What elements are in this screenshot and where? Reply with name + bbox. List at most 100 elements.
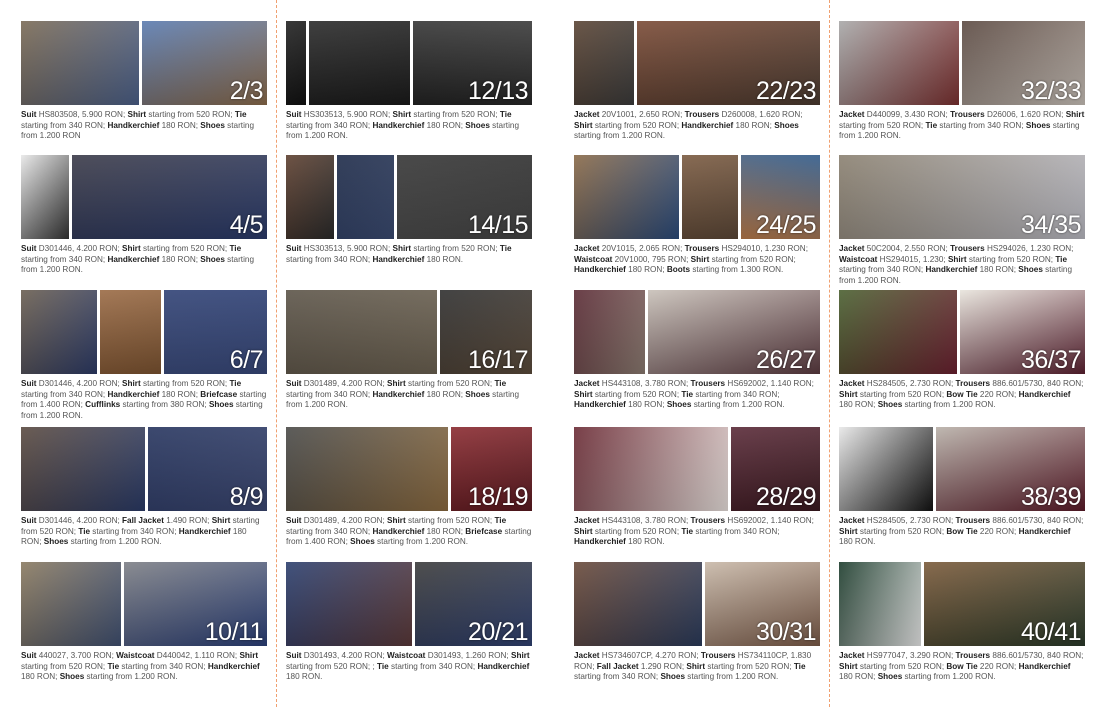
product-caption: Suit D301446, 4.200 RON; Shirt starting … [21, 379, 267, 421]
item-label: Shirt [574, 120, 593, 130]
suit-photo [21, 21, 139, 105]
product-caption: Suit D301446, 4.200 RON; Fall Jacket 1.4… [21, 516, 267, 548]
item-label: Waistcoat [387, 651, 426, 660]
item-label: Tie [494, 379, 507, 388]
suit-photo [574, 290, 645, 374]
item-label: Jacket [574, 110, 600, 119]
catalog-item: 8/9 Suit D301446, 4.200 RON; Fall Jacket … [21, 427, 267, 548]
item-detail: starting from 520 RON; [592, 526, 682, 536]
item-detail: starting from 380 RON; [120, 400, 209, 410]
item-detail: starting from 340 RON; [90, 526, 179, 536]
suit-photo [839, 290, 957, 374]
item-detail: 220 RON; [977, 661, 1019, 671]
item-detail: starting from 340 RON; [388, 661, 478, 671]
photo-strip: 30/31 [574, 562, 820, 646]
item-label: Shirt [127, 110, 147, 119]
photo-strip: 6/7 [21, 290, 267, 374]
item-label: Shirt [387, 379, 406, 388]
item-label: Trousers [690, 516, 726, 525]
page-number: 40/41 [1020, 618, 1082, 646]
item-detail: starting from 520 RON; [839, 120, 926, 130]
item-detail: starting from 520 RON; [592, 389, 682, 399]
item-detail: starting from 1.200 RON. [374, 537, 469, 547]
product-caption: Jacket 20V1001, 2.650 RON; Trousers D260… [574, 110, 820, 142]
photo-strip: 14/15 [286, 155, 532, 239]
item-label: Waistcoat [574, 254, 613, 264]
photo-strip: 38/39 [839, 427, 1085, 511]
item-label: Shoes [1025, 120, 1051, 130]
item-label: Handkerchief [1018, 661, 1071, 671]
item-detail: starting from 340 RON; [937, 120, 1026, 130]
column-divider-right [829, 0, 830, 707]
item-detail: starting from 520 RON; [405, 379, 495, 388]
item-detail: 50C2004, 2.550 RON; [864, 244, 951, 253]
item-label: Jacket [839, 110, 865, 119]
page-number: 20/21 [467, 618, 529, 646]
item-label: Waistcoat [839, 254, 878, 264]
item-label: Shirt [511, 651, 530, 660]
item-label: Handkerchief [207, 661, 260, 671]
item-label: Tie [494, 516, 507, 525]
item-label: Shirt [122, 244, 141, 253]
catalog-item: 30/31 Jacket HS734607CP, 4.270 RON; Trous… [574, 562, 820, 683]
item-label: Suit [21, 516, 37, 525]
item-detail: D26006, 1.620 RON; [984, 110, 1066, 119]
item-label: Shoes [465, 120, 490, 130]
item-label: Shirt [392, 244, 412, 253]
item-detail: 886.601/5730, 840 RON; [990, 379, 1084, 388]
item-label: Shoes [200, 120, 225, 130]
item-detail: starting from 1.200 RON. [68, 537, 162, 547]
item-detail: 886.601/5730, 840 RON; [990, 651, 1084, 660]
page-number: 16/17 [467, 346, 529, 374]
item-detail: 180 RON; [424, 120, 466, 130]
item-label: Shoes [660, 672, 686, 682]
item-label: Shoes [200, 254, 225, 264]
item-detail: HS294015, 1.230; [877, 254, 948, 264]
product-caption: Suit D301489, 4.200 RON; Shirt starting … [286, 516, 532, 548]
item-detail: 180 RON. [424, 254, 464, 264]
photo-strip: 20/21 [286, 562, 532, 646]
item-label: Trousers [684, 244, 720, 253]
item-detail: starting from 520 RON; [21, 661, 108, 671]
item-label: Shoes [666, 400, 692, 410]
item-label: Trousers [690, 379, 726, 388]
item-label: Bow Tie [946, 389, 978, 399]
item-detail: starting from 520 RON; [592, 120, 682, 130]
item-label: Handkerchief [1018, 526, 1071, 536]
item-detail: starting from 520 RON; [411, 110, 500, 119]
item-label: Shoes [59, 672, 85, 682]
item-detail: 220 RON; [977, 389, 1019, 399]
item-label: Tie [78, 526, 91, 536]
photo-strip: 4/5 [21, 155, 267, 239]
item-label: Shirt [574, 389, 593, 399]
catalog-item: 28/29 Jacket HS443108, 3.780 RON; Trouser… [574, 427, 820, 548]
item-label: Jacket [574, 379, 600, 388]
page-number: 26/27 [755, 346, 817, 374]
item-detail: starting from 520 RON; [857, 389, 947, 399]
product-caption: Jacket HS734607CP, 4.270 RON; Trousers H… [574, 651, 820, 683]
item-label: Shirt [686, 661, 706, 671]
item-detail: 180 RON; [839, 400, 878, 410]
item-detail: 180 RON. [625, 537, 665, 547]
product-caption: Jacket 50C2004, 2.550 RON; Trousers HS29… [839, 244, 1085, 286]
item-detail: starting from 340 RON; [21, 254, 108, 264]
catalog-item: 18/19 Suit D301489, 4.200 RON; Shirt star… [286, 427, 532, 548]
photo-strip: 2/3 [21, 21, 267, 105]
item-detail: 220 RON; [977, 526, 1019, 536]
item-detail: starting from 520 RON; [857, 526, 947, 536]
product-caption: Suit 440027, 3.700 RON; Waistcoat D44004… [21, 651, 267, 683]
item-detail: starting from 1.300 RON. [690, 265, 784, 275]
item-detail: starting from 340 RON; [693, 389, 780, 399]
item-detail: starting from 520 RON; [857, 661, 947, 671]
item-label: Shirt [1065, 110, 1085, 119]
item-detail: HS692002, 1.140 RON; [725, 379, 814, 388]
catalog-item: 40/41 Jacket HS977047, 3.290 RON; Trouser… [839, 562, 1085, 683]
item-detail: 20V1001, 2.650 RON; [599, 110, 685, 119]
item-detail: 180 RON; [424, 389, 466, 399]
item-label: Handkerchief [574, 265, 626, 275]
item-detail: starting from 520 RON; [140, 379, 230, 388]
page-number: 34/35 [1020, 211, 1082, 239]
item-label: Bow Tie [946, 526, 978, 536]
item-detail: starting from 340 RON; [21, 389, 108, 399]
item-detail: HS443108, 3.780 RON; [599, 516, 691, 525]
